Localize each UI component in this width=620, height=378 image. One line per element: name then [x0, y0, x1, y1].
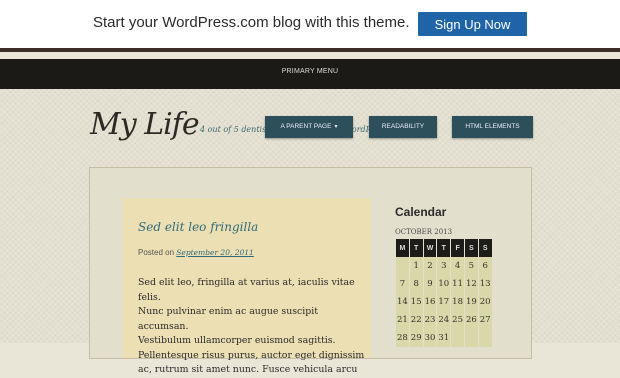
calendar-weekday-row: M T W T F S S [396, 239, 492, 257]
header-stripe [0, 48, 620, 52]
weekday-header: F [451, 239, 464, 257]
nav-item-label: READABILITY [381, 123, 425, 130]
post-date-link[interactable]: September 20, 2011 [176, 248, 254, 257]
chevron-down-icon: ▾ [334, 124, 338, 130]
post-body-line: Pellentesque risus purus, auctor eget di… [138, 349, 365, 361]
calendar-day: 2 [423, 257, 437, 275]
calendar-day: 21 [396, 311, 409, 329]
calendar-day [451, 329, 464, 347]
calendar-day: 4 [451, 257, 464, 275]
calendar-day: 24 [437, 311, 451, 329]
post-meta: Posted on September 20, 2011 [138, 248, 254, 257]
weekday-header: W [423, 239, 437, 257]
nav-item-label: HTML ELEMENTS [465, 123, 520, 130]
calendar-heading: Calendar [395, 205, 447, 219]
post-body: Sed elit leo, fringilla at varius at, ia… [138, 276, 368, 378]
calendar-day: 25 [451, 311, 464, 329]
calendar-day: 1 [409, 257, 423, 275]
weekday-header: S [464, 239, 478, 257]
promo-banner: Start your WordPress.com blog with this … [0, 0, 620, 48]
calendar-week-row: 28 29 30 31 [396, 329, 492, 347]
calendar-caption: OCTOBER 2013 [395, 228, 453, 236]
sign-up-button[interactable]: Sign Up Now [418, 12, 527, 36]
calendar-day [478, 329, 492, 347]
nav-item-html-elements[interactable]: HTML ELEMENTS [452, 116, 533, 138]
calendar-day: 17 [437, 293, 451, 311]
post-body-line: ac, rutrum sit amet nunc. Fusce vehicula… [138, 364, 358, 375]
post-title[interactable]: Sed elit leo fringilla [138, 220, 258, 234]
calendar-table: M T W T F S S 1 2 3 4 5 6 7 8 9 10 11 12… [395, 239, 493, 347]
calendar-day: 3 [437, 257, 451, 275]
post-body-line: Vestibulum ullamcorper euismod sagittis. [138, 335, 336, 346]
calendar-day: 22 [409, 311, 423, 329]
calendar-day: 15 [409, 293, 423, 311]
calendar-week-row: 21 22 23 24 25 26 27 [396, 311, 492, 329]
calendar-day: 31 [437, 329, 451, 347]
calendar-day: 7 [396, 275, 409, 293]
calendar-day: 26 [464, 311, 478, 329]
primary-menu-toggle[interactable]: PRIMARY MENU [0, 68, 620, 75]
calendar-day: 10 [437, 275, 451, 293]
calendar-day: 19 [464, 293, 478, 311]
calendar-day: 23 [423, 311, 437, 329]
calendar-week-row: 7 8 9 10 11 12 13 [396, 275, 492, 293]
calendar-day: 18 [451, 293, 464, 311]
site-title[interactable]: My Life [90, 107, 200, 142]
calendar-day: 11 [451, 275, 464, 293]
post-body-line: Nunc pulvinar enim ac augue suscipit acc… [138, 306, 319, 332]
calendar-day: 30 [423, 329, 437, 347]
post-meta-prefix: Posted on [138, 248, 175, 257]
calendar-day: 9 [423, 275, 437, 293]
calendar-week-row: 14 15 16 17 18 19 20 [396, 293, 492, 311]
primary-menu-bar: PRIMARY MENU [0, 59, 620, 89]
calendar-day: 13 [478, 275, 492, 293]
calendar-day [464, 329, 478, 347]
calendar-day: 28 [396, 329, 409, 347]
calendar-day: 29 [409, 329, 423, 347]
post-body-line: Sed elit leo, fringilla at varius at, ia… [138, 277, 355, 303]
nav-item-a-parent-page[interactable]: A PARENT PAGE ▾ [265, 116, 353, 138]
calendar-day [396, 257, 409, 275]
promo-text: Start your WordPress.com blog with this … [93, 14, 410, 31]
calendar-day: 14 [396, 293, 409, 311]
nav-item-label: A PARENT PAGE [280, 123, 332, 130]
calendar-day: 12 [464, 275, 478, 293]
calendar-day: 20 [478, 293, 492, 311]
calendar-day: 6 [478, 257, 492, 275]
calendar-day: 8 [409, 275, 423, 293]
weekday-header: S [478, 239, 492, 257]
nav-item-readability[interactable]: READABILITY [369, 116, 437, 138]
weekday-header: T [409, 239, 423, 257]
weekday-header: M [396, 239, 409, 257]
weekday-header: T [437, 239, 451, 257]
calendar-day: 27 [478, 311, 492, 329]
calendar-day: 5 [464, 257, 478, 275]
calendar-day: 16 [423, 293, 437, 311]
calendar-week-row: 1 2 3 4 5 6 [396, 257, 492, 275]
